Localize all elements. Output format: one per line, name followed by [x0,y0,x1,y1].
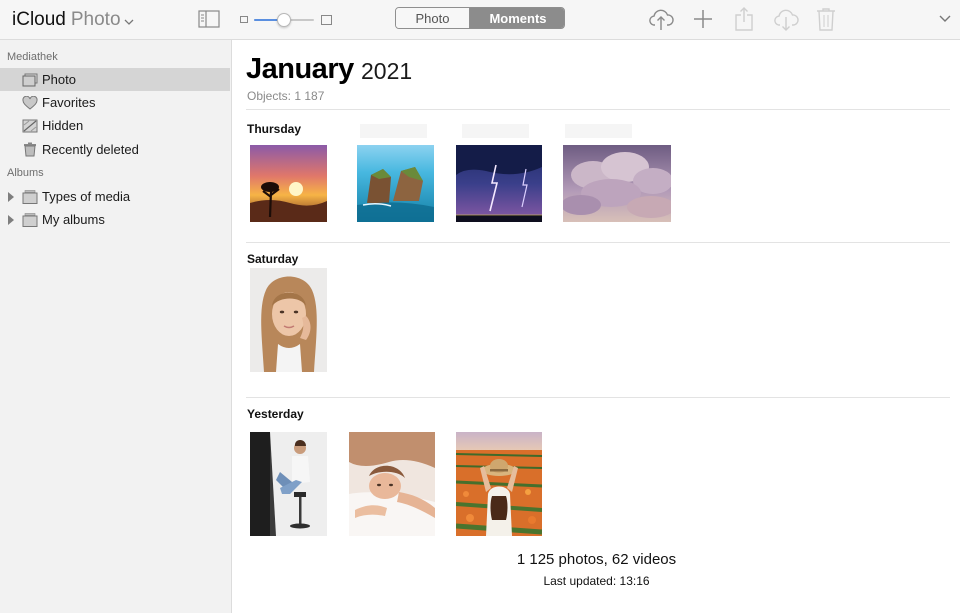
app-title-menu[interactable]: iCloud Photo [12,8,134,32]
section-day-label: Saturday [247,252,299,266]
cloudy-sky-photo[interactable] [563,145,671,222]
album-stack-icon [22,189,38,204]
sunset-tree-photo[interactable] [250,145,327,222]
page-year: 2021 [361,58,413,84]
loading-placeholder [360,124,427,138]
chevron-down-icon[interactable] [938,13,952,25]
sidebar: Mediathek Photo Favorites Hidden Recentl… [0,40,232,613]
disclosure-triangle-icon[interactable] [8,192,14,202]
zoom-in-icon [321,15,332,25]
loading-placeholder [565,124,632,138]
lightning-storm-photo[interactable] [456,145,542,222]
sidebar-item-favorites[interactable]: Favorites [0,91,230,114]
divider [246,397,950,398]
library-summary: 1 125 photos, 62 videos [516,551,677,568]
albums-heading: Albums [7,167,44,179]
heart-icon [22,95,38,110]
tab-moments[interactable]: Moments [470,8,564,28]
woman-on-stool-photo[interactable] [250,432,327,536]
toolbar: iCloud Photo Photo Moments [0,0,960,40]
trash-icon[interactable] [816,7,836,31]
zoom-slider[interactable] [240,12,332,28]
upload-icon[interactable] [648,7,674,31]
section-day-label: Yesterday [247,407,304,421]
loading-placeholder [462,124,529,138]
album-stack-icon [22,212,38,227]
hidden-icon [22,118,38,133]
section-day-label: Thursday [247,122,302,136]
download-icon[interactable] [773,7,799,31]
sidebar-item-hidden[interactable]: Hidden [0,114,230,137]
sidebar-item-label: My albums [42,212,105,227]
chevron-down-icon [124,10,134,32]
sea-rocks-photo[interactable] [357,145,434,222]
object-count: Objects: 1 187 [247,89,325,103]
app-brand: iCloud [12,9,66,30]
disclosure-triangle-icon[interactable] [8,215,14,225]
sidebar-item-label: Recently deleted [42,142,139,157]
app-product: Photo [70,9,121,30]
library-heading: Mediathek [7,51,58,63]
add-icon[interactable] [692,8,714,30]
sidebar-item-my-albums[interactable]: My albums [0,208,230,231]
last-updated: Last updated: 13:16 [543,574,650,588]
sidebar-item-recently-deleted[interactable]: Recently deleted [0,138,230,161]
woman-portrait-photo[interactable] [250,268,327,372]
sidebar-toggle-icon[interactable] [198,9,220,29]
flower-field-photo[interactable] [456,432,542,536]
page-title: January [246,53,354,85]
sidebar-item-label: Types of media [42,189,131,204]
zoom-knob[interactable] [277,13,291,27]
divider [246,242,950,243]
view-switcher: Photo Moments [395,7,565,29]
tab-photo[interactable]: Photo [396,8,470,28]
zoom-out-icon [240,16,248,23]
sidebar-item-types-of-media[interactable]: Types of media [0,185,230,208]
sidebar-item-label: Hidden [42,118,84,133]
share-icon[interactable] [733,6,755,32]
moments-view: January 2021 Objects: 1 187 Thursday Sat… [233,40,960,613]
photos-icon [22,72,38,87]
trash-icon [22,142,38,157]
sidebar-item-label: Photo [42,72,76,87]
sidebar-item-photo[interactable]: Photo [0,68,230,91]
divider [246,109,950,110]
sidebar-item-label: Favorites [42,95,96,110]
woman-lying-photo[interactable] [349,432,435,536]
